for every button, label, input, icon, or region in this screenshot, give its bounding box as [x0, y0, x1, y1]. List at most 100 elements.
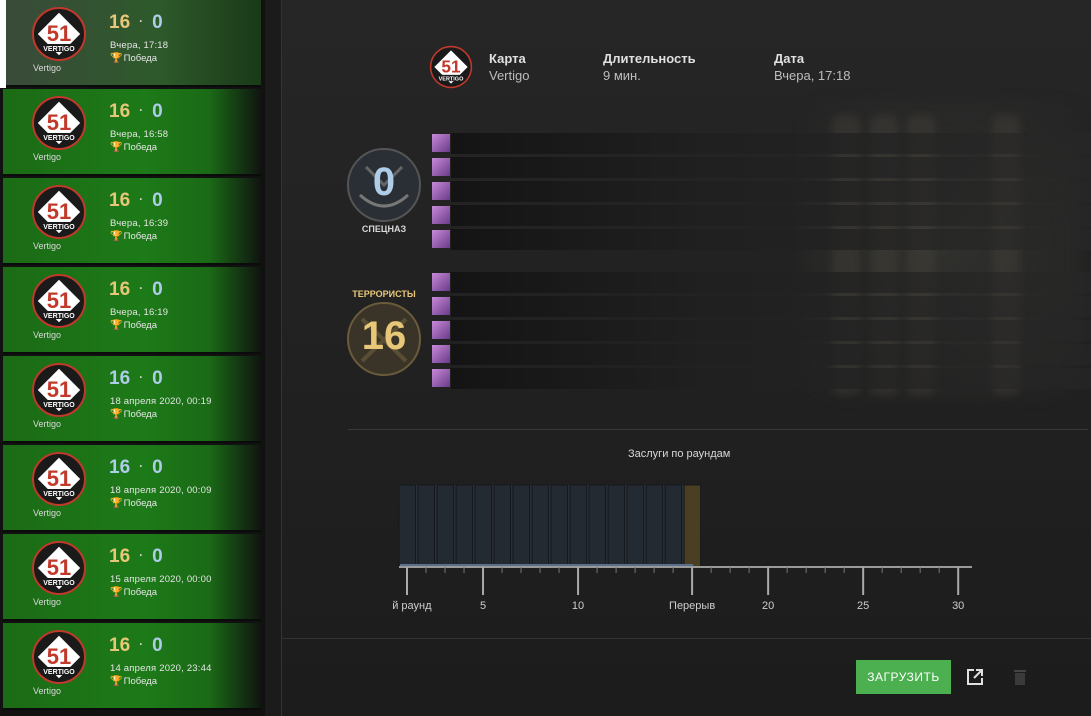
svg-text:51: 51: [47, 288, 71, 313]
match-score-t: 16: [109, 279, 131, 300]
match-map-name: Vertigo: [33, 686, 62, 696]
ct-score: 0: [372, 160, 396, 204]
svg-text:51: 51: [47, 199, 71, 224]
player-avatar: [432, 158, 450, 176]
match-score-t: 16: [109, 190, 131, 211]
trophy-icon: 🏆: [110, 409, 123, 420]
match-score-t: 16: [109, 457, 131, 478]
match-score-t: 16: [109, 12, 131, 33]
round-tick-label: Перерыв: [669, 600, 715, 612]
svg-text:51: 51: [47, 466, 71, 491]
match-history-item[interactable]: 51 VERTIGO Vertigo 16 · 0 14 апреля 2020, 23:4…: [3, 623, 261, 710]
svg-text:51: 51: [47, 377, 71, 402]
match-result: 🏆 Победа: [110, 231, 157, 242]
round-bar: [455, 484, 474, 568]
player-row[interactable]: [429, 156, 1091, 178]
duration-value: 9 мин.: [603, 68, 641, 83]
player-avatar: [432, 369, 450, 387]
round-bar: [550, 484, 569, 568]
round-bar: [436, 484, 455, 568]
match-date: Вчера, 16:39: [110, 218, 169, 229]
match-result: 🏆 Победа: [110, 409, 157, 420]
player-avatar: [432, 182, 450, 200]
match-map-name: Vertigo: [33, 152, 62, 162]
player-row[interactable]: [429, 367, 1091, 389]
map-logo-icon: 51 VERTIGO: [429, 45, 473, 89]
round-bar: [607, 484, 626, 568]
match-history-sidebar: 51 VERTIGO Vertigo 16 · 0 Вчера, 17:18 🏆 Победа…: [0, 0, 265, 716]
trophy-icon: 🏆: [110, 676, 123, 687]
match-history-item[interactable]: 51 VERTIGO Vertigo 16 · 0 18 апреля 2020, 00:0…: [3, 445, 261, 532]
download-button[interactable]: ЗАГРУЗИТЬ: [856, 660, 951, 694]
external-link-icon[interactable]: [966, 668, 984, 686]
svg-text:VERTIGO: VERTIGO: [43, 313, 75, 320]
match-result: 🏆 Победа: [110, 142, 157, 153]
svg-text:51: 51: [47, 555, 71, 580]
trophy-icon: 🏆: [110, 53, 123, 64]
round-chart-title: Заслуги по раундам: [628, 448, 731, 460]
match-history-item[interactable]: 51 VERTIGO Vertigo 16 · 0 15 апреля 2020, 00:0…: [3, 534, 261, 621]
duration-label: Длительность: [603, 51, 696, 66]
round-bar: [645, 484, 664, 568]
round-bar: [588, 484, 607, 568]
match-history-item[interactable]: 51 VERTIGO Vertigo 16 · 0 18 апреля 2020, 00:1…: [3, 356, 261, 443]
match-map-name: Vertigo: [33, 508, 62, 518]
svg-text:VERTIGO: VERTIGO: [43, 46, 75, 53]
match-score: 16 · 0: [109, 101, 163, 122]
player-row[interactable]: [429, 204, 1091, 226]
match-history-item[interactable]: 51 VERTIGO Vertigo 16 · 0 Вчера, 16:39 🏆 Победа: [3, 178, 261, 265]
round-bar: [512, 484, 531, 568]
t-score: 16: [361, 314, 407, 358]
map-logo-icon: 51VERTIGO: [32, 185, 86, 239]
round-bar: [417, 484, 436, 568]
player-avatar: [432, 206, 450, 224]
map-logo-icon: 51VERTIGO: [32, 630, 86, 684]
player-row[interactable]: [429, 319, 1091, 341]
match-date: Вчера, 16:58: [110, 129, 169, 140]
round-bar: [683, 484, 702, 568]
player-avatar: [432, 273, 450, 291]
match-score: 16 · 0: [109, 635, 163, 656]
player-avatar: [432, 134, 450, 152]
round-tick-label: 10: [572, 600, 584, 612]
match-score-ct: 0: [152, 101, 163, 122]
match-score: 16 · 0: [109, 12, 163, 33]
map-value: Vertigo: [489, 68, 530, 83]
player-row[interactable]: [429, 180, 1091, 202]
map-logo-caption: VERTIGO: [439, 76, 464, 82]
svg-text:51: 51: [47, 644, 71, 669]
match-map-name: Vertigo: [33, 330, 62, 340]
round-bar: [398, 484, 416, 568]
match-score-ct: 0: [152, 190, 163, 211]
match-history-item[interactable]: 51 VERTIGO Vertigo 16 · 0 Вчера, 16:19 🏆 Победа: [3, 267, 261, 354]
player-row[interactable]: [429, 343, 1091, 365]
round-tick-label: 20: [762, 600, 774, 612]
trophy-icon: 🏆: [110, 587, 123, 598]
player-row[interactable]: [429, 132, 1091, 154]
match-history-item[interactable]: 51 VERTIGO Vertigo 16 · 0 Вчера, 16:58 🏆 Победа: [3, 89, 261, 176]
player-row[interactable]: [429, 271, 1091, 293]
match-score-ct: 0: [152, 279, 163, 300]
map-logo-icon: 51VERTIGO: [32, 452, 86, 506]
match-score-ct: 0: [152, 546, 163, 567]
trophy-icon: 🏆: [110, 142, 123, 153]
map-logo-icon: 51VERTIGO: [32, 274, 86, 328]
section-divider: [348, 429, 1088, 430]
round-bar: [493, 484, 512, 568]
match-result: 🏆 Победа: [110, 676, 157, 687]
trophy-icon: 🏆: [110, 320, 123, 331]
round-bar: [664, 484, 683, 568]
match-details-panel: 51 VERTIGO Карта Vertigo Длительность 9 …: [282, 0, 1091, 716]
match-score-t: 16: [109, 368, 131, 389]
match-score-t: 16: [109, 101, 131, 122]
player-row[interactable]: [429, 228, 1091, 250]
player-row[interactable]: [429, 295, 1091, 317]
svg-text:51: 51: [47, 110, 71, 135]
map-label: Карта: [489, 51, 526, 66]
match-score-ct: 0: [152, 457, 163, 478]
match-history-item[interactable]: 51 VERTIGO Vertigo 16 · 0 Вчера, 17:18 🏆 Победа: [0, 0, 261, 88]
trash-icon[interactable]: [1013, 668, 1027, 686]
match-result: 🏆 Победа: [110, 53, 157, 64]
svg-text:51: 51: [47, 21, 71, 46]
match-date: 14 апреля 2020, 23:44: [110, 663, 212, 674]
